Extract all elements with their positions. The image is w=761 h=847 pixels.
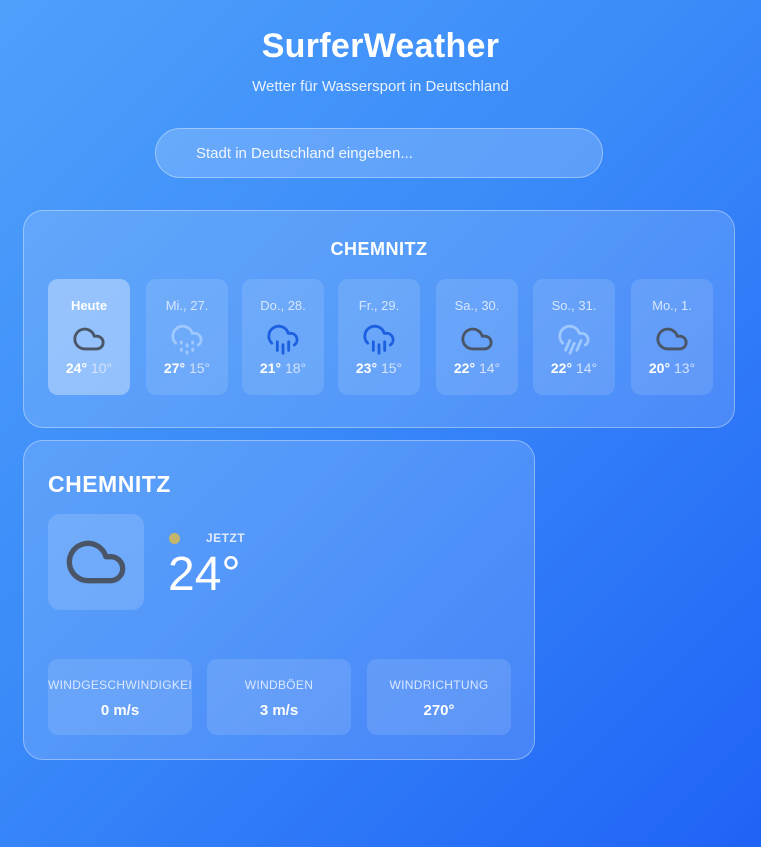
cloud-icon: [72, 322, 106, 356]
day-label: Fr., 29.: [358, 298, 400, 313]
stat-label: WINDRICHTUNG: [389, 678, 489, 692]
day-label: Sa., 30.: [454, 298, 500, 313]
temp-min: 10°: [90, 360, 113, 376]
temp-min: 13°: [673, 360, 696, 376]
temp-min: 14°: [575, 360, 598, 376]
stat-value: 270°: [423, 702, 455, 719]
temp-max: 22°: [550, 360, 573, 376]
forecast-city-title: CHEMNITZ: [330, 239, 428, 259]
now-label: JETZT: [206, 531, 246, 545]
search-bar: [155, 128, 603, 178]
rain-icon: [266, 322, 300, 356]
forecast-day-2[interactable]: Do., 28. 21° 18°: [242, 279, 324, 395]
temp-max: 22°: [453, 360, 476, 376]
cloud-icon: [655, 322, 689, 356]
rain-icon: [362, 322, 396, 356]
temp-max: 21°: [259, 360, 282, 376]
day-temps: 23° 15°: [338, 360, 420, 376]
forecast-card: CHEMNITZ Heute 24° 10° Mi., 27. 27° 15° Do.,…: [23, 210, 735, 428]
day-label: Mo., 1.: [652, 298, 692, 313]
stat-wind-gusts: WINDBÖEN 3 m/s: [207, 659, 351, 735]
current-weather-icon-box: [48, 514, 144, 610]
day-label: Do., 28.: [260, 298, 306, 313]
temp-min: 15°: [380, 360, 403, 376]
day-temps: 22° 14°: [533, 360, 615, 376]
status-dot: [169, 533, 180, 544]
stat-label: WINDGESCHWINDIGKEIT: [48, 678, 192, 692]
showers-icon: [557, 322, 591, 356]
temp-max: 27°: [163, 360, 186, 376]
forecast-day-5[interactable]: So., 31. 22° 14°: [533, 279, 615, 395]
current-temperature: 24°: [168, 548, 241, 601]
day-temps: 21° 18°: [242, 360, 324, 376]
drizzle-icon: [170, 322, 204, 356]
forecast-day-6[interactable]: Mo., 1. 20° 13°: [631, 279, 713, 395]
temp-max: 20°: [648, 360, 671, 376]
city-search-input[interactable]: [156, 129, 602, 177]
temp-max: 24°: [65, 360, 88, 376]
stat-value: 3 m/s: [259, 702, 299, 719]
day-label: Heute: [70, 298, 108, 313]
stat-wind-direction: WINDRICHTUNG 270°: [367, 659, 511, 735]
current-city-title: CHEMNITZ: [48, 471, 171, 497]
forecast-day-3[interactable]: Fr., 29. 23° 15°: [338, 279, 420, 395]
day-temps: 20° 13°: [631, 360, 713, 376]
app-title: SurferWeather: [261, 27, 500, 65]
app-header: SurferWeather Wetter für Wassersport in …: [0, 0, 761, 95]
stat-value: 0 m/s: [100, 702, 140, 719]
app-subtitle: Wetter für Wassersport in Deutschland: [252, 78, 509, 95]
forecast-day-0[interactable]: Heute 24° 10°: [48, 279, 130, 395]
day-label: Mi., 27.: [165, 298, 209, 313]
cloud-icon: [460, 322, 494, 356]
day-label: So., 31.: [551, 298, 597, 313]
temp-min: 14°: [478, 360, 501, 376]
forecast-day-4[interactable]: Sa., 30. 22° 14°: [436, 279, 518, 395]
stat-wind-speed: WINDGESCHWINDIGKEIT 0 m/s: [48, 659, 192, 735]
day-temps: 22° 14°: [436, 360, 518, 376]
day-temps: 27° 15°: [146, 360, 228, 376]
temp-max: 23°: [355, 360, 378, 376]
day-temps: 24° 10°: [48, 360, 130, 376]
temp-min: 18°: [284, 360, 307, 376]
stat-label: WINDBÖEN: [244, 678, 314, 692]
current-weather-card: CHEMNITZ JETZT 24° WINDGESCHWINDIGKEIT 0…: [23, 440, 535, 760]
forecast-days: Heute 24° 10° Mi., 27. 27° 15° Do., 28. 21° 1…: [48, 279, 714, 395]
forecast-day-1[interactable]: Mi., 27. 27° 15°: [146, 279, 228, 395]
temp-min: 15°: [188, 360, 211, 376]
